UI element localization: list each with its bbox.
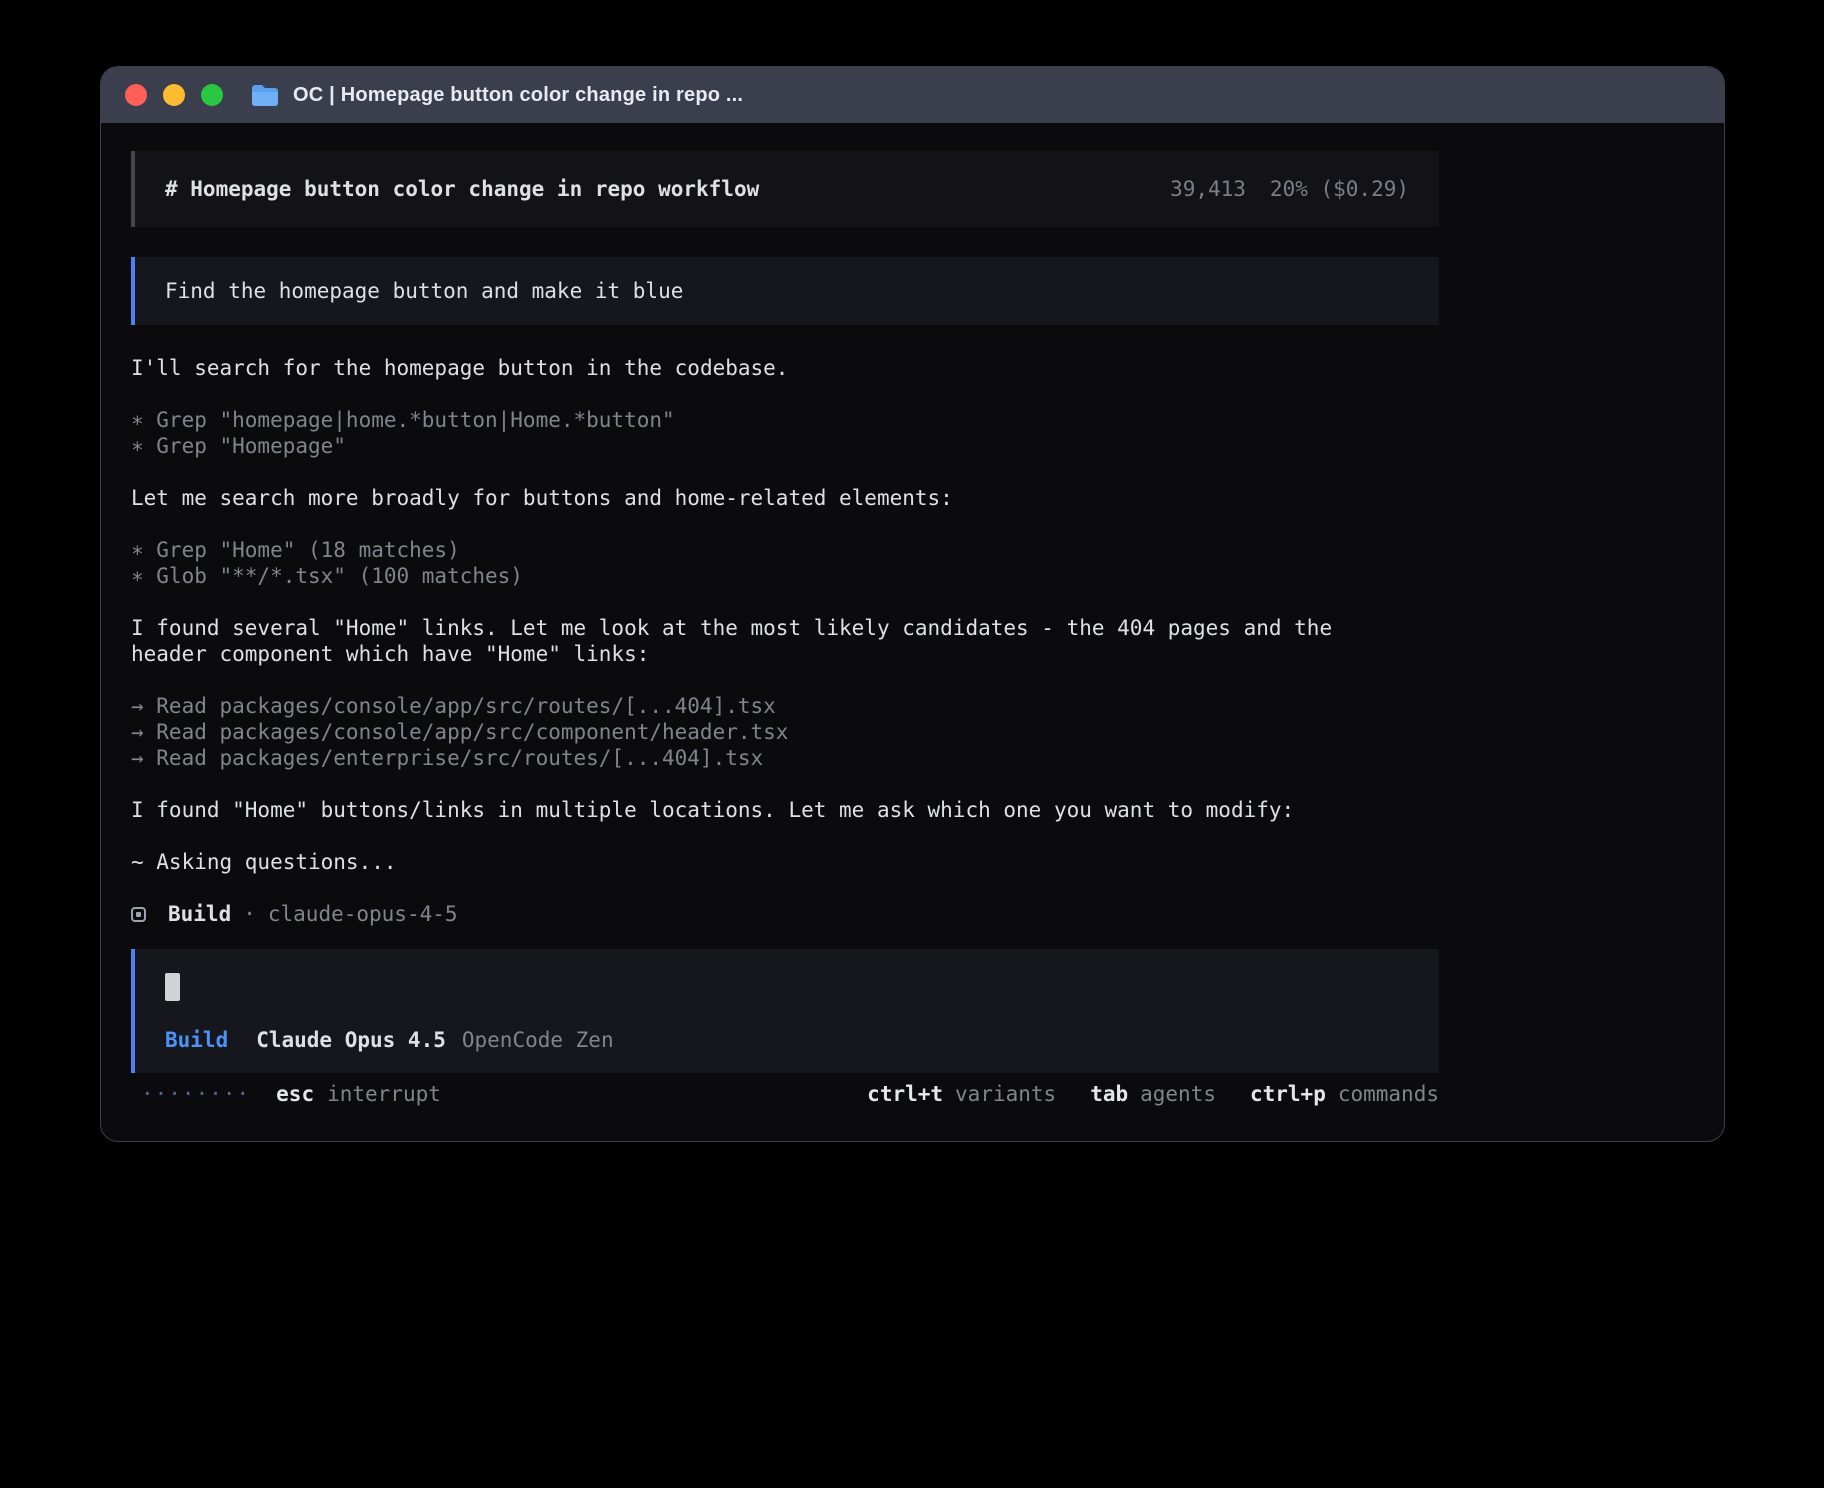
text-cursor bbox=[165, 973, 180, 1001]
model-name: Claude Opus 4.5 bbox=[256, 1027, 446, 1053]
zoom-window-button[interactable] bbox=[201, 84, 223, 106]
session-header: # Homepage button color change in repo w… bbox=[131, 151, 1439, 227]
tool-call-text: Read packages/enterprise/src/routes/[...… bbox=[156, 746, 763, 770]
tool-call-group: ∗Grep "homepage|home.*button|Home.*butto… bbox=[131, 407, 1439, 459]
window-controls bbox=[125, 84, 223, 106]
tool-call-read: →Read packages/enterprise/src/routes/[..… bbox=[131, 745, 1439, 771]
folder-icon bbox=[251, 84, 279, 107]
minimize-window-button[interactable] bbox=[163, 84, 185, 106]
terminal-window: OC | Homepage button color change in rep… bbox=[100, 66, 1725, 1142]
agents-shortcut[interactable]: tab agents bbox=[1090, 1081, 1216, 1107]
assistant-response: I'll search for the homepage button in t… bbox=[131, 355, 1439, 927]
tool-call-grep: ∗Grep "Home" (18 matches) bbox=[131, 537, 1439, 563]
close-window-button[interactable] bbox=[125, 84, 147, 106]
tool-call-grep: ∗Grep "Homepage" bbox=[131, 433, 1439, 459]
ctrl-t-key-label: ctrl+t bbox=[867, 1081, 943, 1107]
user-message: Find the homepage button and make it blu… bbox=[131, 257, 1439, 325]
tab-key-label: tab bbox=[1090, 1081, 1128, 1107]
commands-label: commands bbox=[1338, 1081, 1439, 1107]
session-stats: 39,413 20% ($0.29) bbox=[1170, 176, 1409, 202]
agent-name: Build bbox=[168, 901, 231, 927]
build-agent-icon bbox=[131, 907, 146, 922]
tool-call-text: Read packages/console/app/src/component/… bbox=[156, 720, 788, 744]
grep-bullet-icon: ∗ bbox=[131, 433, 156, 459]
window-titlebar[interactable]: OC | Homepage button color change in rep… bbox=[101, 67, 1724, 123]
tool-call-text: Glob "**/*.tsx" (100 matches) bbox=[156, 564, 523, 588]
tool-call-text: Grep "Home" (18 matches) bbox=[156, 538, 459, 562]
read-arrow-icon: → bbox=[131, 693, 156, 719]
window-title-group: OC | Homepage button color change in rep… bbox=[251, 84, 743, 107]
shortcut-hints: ctrl+t variants tab agents ctrl+p comman… bbox=[867, 1081, 1439, 1107]
grep-bullet-icon: ∗ bbox=[131, 537, 156, 563]
variants-shortcut[interactable]: ctrl+t variants bbox=[867, 1081, 1056, 1107]
terminal-content: # Homepage button color change in repo w… bbox=[101, 123, 1724, 1107]
interrupt-shortcut[interactable]: esc interrupt bbox=[276, 1081, 441, 1107]
spinner-dots-icon: ········ bbox=[141, 1081, 250, 1107]
assistant-paragraph: I found several "Home" links. Let me loo… bbox=[131, 615, 1361, 667]
agent-mode-label[interactable]: Build bbox=[165, 1027, 228, 1053]
tool-call-glob: ∗Glob "**/*.tsx" (100 matches) bbox=[131, 563, 1439, 589]
tool-call-text: Read packages/console/app/src/routes/[..… bbox=[156, 694, 776, 718]
interrupt-label: interrupt bbox=[327, 1081, 441, 1107]
variants-label: variants bbox=[955, 1081, 1056, 1107]
tool-call-text: Grep "Homepage" bbox=[156, 434, 346, 458]
tool-call-text: Grep "homepage|home.*button|Home.*button… bbox=[156, 408, 674, 432]
read-arrow-icon: → bbox=[131, 745, 156, 771]
agent-status-line: Build · claude-opus-4-5 bbox=[131, 901, 1439, 927]
prompt-input[interactable]: Build Claude Opus 4.5 OpenCode Zen bbox=[131, 949, 1439, 1073]
ctrl-p-key-label: ctrl+p bbox=[1250, 1081, 1326, 1107]
assistant-paragraph: I found "Home" buttons/links in multiple… bbox=[131, 797, 1361, 823]
status-bar: ········ esc interrupt ctrl+t variants t… bbox=[131, 1081, 1439, 1107]
provider-name: OpenCode Zen bbox=[462, 1027, 614, 1053]
glob-bullet-icon: ∗ bbox=[131, 563, 156, 589]
window-title: OC | Homepage button color change in rep… bbox=[293, 84, 743, 107]
tool-call-group: ∗Grep "Home" (18 matches) ∗Glob "**/*.ts… bbox=[131, 537, 1439, 589]
token-count: 39,413 bbox=[1170, 176, 1246, 202]
separator-dot: · bbox=[243, 901, 256, 927]
model-info-line: Build Claude Opus 4.5 OpenCode Zen bbox=[165, 1027, 1409, 1053]
read-arrow-icon: → bbox=[131, 719, 156, 745]
tool-call-group: →Read packages/console/app/src/routes/[.… bbox=[131, 693, 1439, 771]
assistant-paragraph: Let me search more broadly for buttons a… bbox=[131, 485, 1361, 511]
grep-bullet-icon: ∗ bbox=[131, 407, 156, 433]
assistant-paragraph: I'll search for the homepage button in t… bbox=[131, 355, 1361, 381]
esc-key-label: esc bbox=[276, 1081, 314, 1107]
context-usage: 20% ($0.29) bbox=[1270, 176, 1409, 202]
agent-model: claude-opus-4-5 bbox=[268, 901, 458, 927]
agents-label: agents bbox=[1140, 1081, 1216, 1107]
tool-call-read: →Read packages/console/app/src/component… bbox=[131, 719, 1439, 745]
user-message-text: Find the homepage button and make it blu… bbox=[165, 279, 683, 303]
tool-call-read: →Read packages/console/app/src/routes/[.… bbox=[131, 693, 1439, 719]
tool-call-grep: ∗Grep "homepage|home.*button|Home.*butto… bbox=[131, 407, 1439, 433]
asking-questions-status: ~ Asking questions... bbox=[131, 849, 1439, 875]
session-title: # Homepage button color change in repo w… bbox=[165, 176, 759, 202]
commands-shortcut[interactable]: ctrl+p commands bbox=[1250, 1081, 1439, 1107]
